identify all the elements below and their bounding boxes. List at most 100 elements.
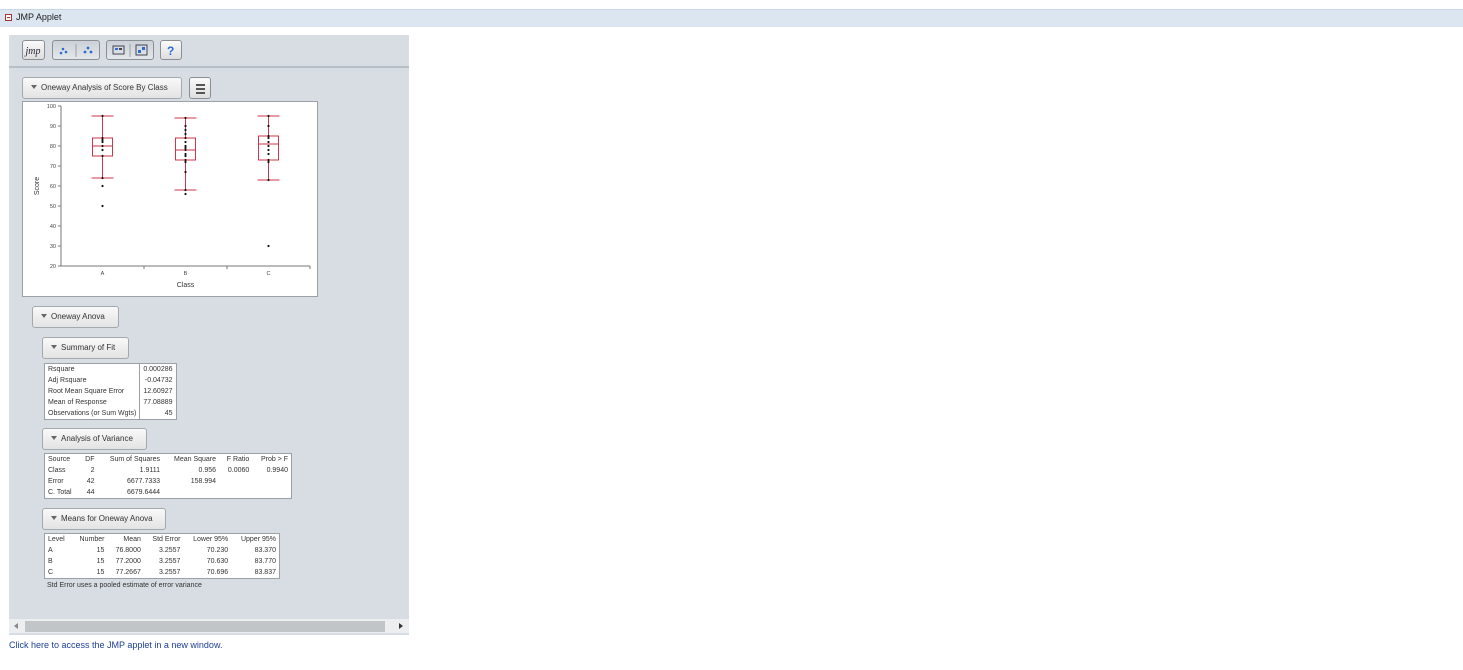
table-cell: 76.8000 xyxy=(115,547,141,554)
table-cell: 15 xyxy=(96,547,105,554)
table-cell: 6677.7333 xyxy=(126,478,161,485)
data-point xyxy=(184,188,187,192)
x-tick-label: B xyxy=(184,271,188,277)
analysis-of-variance-header[interactable]: Analysis of Variance xyxy=(42,428,147,450)
data-point xyxy=(267,160,270,164)
table-row: B 15 77.2000 3.2557 70.630 83.770 xyxy=(45,556,280,567)
column-header: Mean Square xyxy=(174,456,217,463)
report-menu-button[interactable] xyxy=(189,77,211,99)
x-tick-label: A xyxy=(101,271,105,277)
summary-label: Root Mean Square Error xyxy=(44,386,141,397)
summary-row: Rsquare 0.000286 xyxy=(44,363,177,375)
y-tick-label: 30 xyxy=(50,244,56,250)
y-tick-label: 20 xyxy=(50,264,56,270)
column-header: Level xyxy=(48,536,65,543)
applet-title: JMP Applet xyxy=(16,12,62,22)
summary-label: Mean of Response xyxy=(44,397,141,408)
table-cell: 1.9111 xyxy=(139,467,161,474)
y-tick-label: 80 xyxy=(50,144,56,150)
table-cell xyxy=(219,476,252,487)
data-point xyxy=(184,116,187,120)
data-point xyxy=(184,132,187,136)
box-iqr xyxy=(258,135,279,161)
points-toggle-group[interactable] xyxy=(52,40,100,60)
table-cell: C. Total xyxy=(48,489,72,496)
oneway-analysis-header[interactable]: Oneway Analysis of Score By Class xyxy=(22,77,182,99)
menu-icon xyxy=(196,84,205,86)
summary-of-fit-header[interactable]: Summary of Fit xyxy=(42,337,129,359)
table-cell: 6679.6444 xyxy=(126,489,161,496)
oneway-chart: 20 30 40 50 60 70 80 90 100 A B C Class Score xyxy=(34,104,311,289)
column-header: Prob > F xyxy=(260,456,288,463)
means-table: Level Number Mean Std Error Lower 95% Upper 9… xyxy=(44,533,280,579)
data-point xyxy=(184,158,187,162)
table-cell: Error xyxy=(48,478,64,485)
help-button[interactable]: ? xyxy=(160,40,182,60)
scroll-right-icon[interactable] xyxy=(399,623,403,629)
summary-label: Adj Rsquare xyxy=(44,375,141,386)
data-point xyxy=(184,136,187,140)
disclosure-triangle-icon xyxy=(51,516,57,520)
collapse-icon[interactable] xyxy=(5,14,12,21)
column-header: Std Error xyxy=(152,536,181,543)
data-point xyxy=(267,148,270,152)
oneway-anova-header[interactable]: Oneway Anova xyxy=(32,306,119,328)
y-tick-label: 90 xyxy=(50,124,56,130)
means-footnote: Std Error uses a pooled estimate of erro… xyxy=(47,582,202,589)
data-point xyxy=(267,124,270,128)
table-cell: 70.630 xyxy=(206,558,229,565)
data-point xyxy=(267,144,270,148)
summary-value: -0.04732 xyxy=(144,377,173,384)
column-header: Sum of Squares xyxy=(109,456,161,463)
summary-row: Root Mean Square Error 12.60927 xyxy=(44,386,177,397)
table-cell: Class xyxy=(48,467,66,474)
table-cell xyxy=(252,487,291,499)
column-header: F Ratio xyxy=(226,456,250,463)
table-cell: 83.370 xyxy=(254,547,276,554)
column-header: DF xyxy=(85,456,95,463)
data-point xyxy=(267,140,270,144)
table-cell: A xyxy=(48,547,53,554)
data-point xyxy=(184,170,187,174)
data-point xyxy=(184,152,187,156)
oneway-plot-frame: 20 30 40 50 60 70 80 90 100 A B C Class Score xyxy=(22,101,318,297)
analysis-of-variance-table: Source DF Sum of Squares Mean Square F Ratio… xyxy=(44,453,292,499)
data-point xyxy=(184,128,187,132)
disclosure-triangle-icon xyxy=(51,345,57,349)
table-cell: 3.2557 xyxy=(159,558,181,565)
data-point xyxy=(101,154,104,158)
jmp-logo-button[interactable]: jmp xyxy=(22,40,45,60)
table-cell: 70.230 xyxy=(206,547,229,554)
means-oneway-anova-header[interactable]: Means for Oneway Anova xyxy=(42,508,166,530)
table-row: Class 2 1.9111 0.956 0.0060 0.9940 xyxy=(45,465,292,476)
horizontal-scrollbar[interactable] xyxy=(9,619,409,633)
open-applet-link[interactable]: Click here to access the JMP applet in a… xyxy=(9,640,222,650)
jmp-applet-panel: jmp ? Oneway Analysis of Score By Class … xyxy=(9,35,409,635)
column-header: Mean xyxy=(123,536,141,543)
data-point xyxy=(267,114,270,118)
table-cell xyxy=(163,487,219,499)
data-point xyxy=(184,192,187,196)
table-cell: 83.837 xyxy=(254,569,276,576)
table-cell: 77.2000 xyxy=(115,558,141,565)
data-point xyxy=(101,184,104,188)
summary-label: Rsquare xyxy=(44,363,141,375)
toolbar-divider xyxy=(9,66,409,68)
view-toggle-group[interactable] xyxy=(106,40,154,60)
scrollbar-thumb[interactable] xyxy=(25,621,385,632)
y-tick-label: 40 xyxy=(50,224,56,230)
x-axis-label: Class xyxy=(177,282,195,289)
table-cell: 0.9940 xyxy=(266,467,288,474)
table-cell: C xyxy=(48,569,54,576)
column-header: Lower 95% xyxy=(193,536,229,543)
table-cell: 158.994 xyxy=(190,478,217,485)
column-header: Upper 95% xyxy=(240,536,276,543)
points-icon xyxy=(59,44,93,57)
data-point xyxy=(184,148,187,152)
scroll-left-icon[interactable] xyxy=(14,623,18,629)
y-tick-label: 70 xyxy=(50,164,56,170)
data-point xyxy=(184,146,187,150)
data-point xyxy=(101,138,104,142)
summary-row: Adj Rsquare -0.04732 xyxy=(44,375,177,386)
applet-header: JMP Applet xyxy=(0,9,1463,27)
